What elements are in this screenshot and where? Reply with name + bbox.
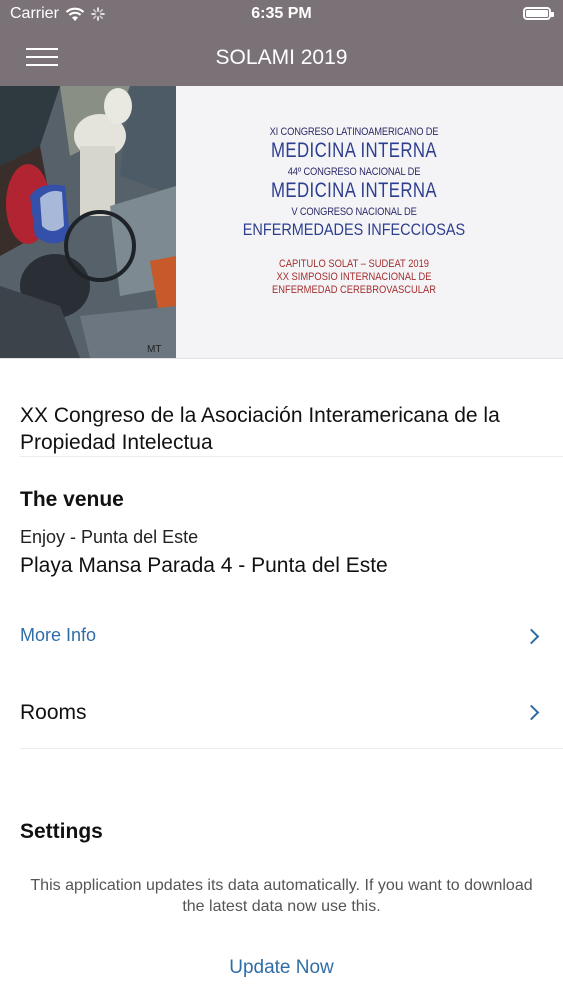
page-title: SOLAMI 2019: [215, 46, 348, 69]
banner-line-4: MEDICINA INTERNA: [270, 179, 438, 202]
banner-painting-image: MT: [0, 86, 176, 358]
banner-line-8: XX SIMPOSIO INTERNACIONAL DE: [276, 271, 432, 283]
settings-description: This application updates its data automa…: [30, 877, 533, 915]
banner-line-1: XI CONGRESO LATINOAMERICANO DE: [269, 126, 439, 138]
banner-line-2: MEDICINA INTERNA: [270, 139, 438, 162]
chevron-right-icon: [523, 704, 540, 721]
banner-line-5: V CONGRESO NACIONAL DE: [291, 206, 417, 218]
divider: [20, 748, 563, 749]
more-info-row[interactable]: More Info: [0, 610, 563, 666]
battery-icon: [523, 7, 554, 20]
update-now-button[interactable]: Update Now: [0, 957, 563, 979]
venue-address: Playa Mansa Parada 4 - Punta del Este: [20, 554, 388, 577]
event-title: XX Congreso de la Asociación Interameric…: [20, 404, 500, 454]
banner-line-9: ENFERMEDAD CEREBROVASCULAR: [271, 284, 436, 296]
painting-signature: MT: [147, 344, 161, 355]
venue-heading: The venue: [20, 488, 124, 511]
event-banner: MT XI CONGRESO LATINOAMERICANO DE MEDICI…: [0, 86, 563, 359]
status-time: 6:35 PM: [251, 5, 312, 22]
settings-heading: Settings: [20, 820, 103, 843]
rooms-label: Rooms: [20, 701, 87, 724]
banner-line-6: ENFERMEDADES INFECCIOSAS: [242, 220, 466, 239]
rooms-row[interactable]: Rooms: [0, 686, 563, 746]
banner-line-7: CAPITULO SOLAT – SUDEAT 2019: [278, 258, 429, 270]
banner-text: XI CONGRESO LATINOAMERICANO DE MEDICINA …: [176, 126, 532, 297]
banner-line-3: 44º CONGRESO NACIONAL DE: [287, 166, 421, 178]
status-bar: Carrier 6:35 PM: [0, 0, 563, 30]
more-info-link[interactable]: More Info: [20, 625, 96, 646]
divider: [20, 456, 563, 457]
chevron-right-icon: [523, 628, 540, 645]
navigation-bar: SOLAMI 2019: [0, 30, 563, 86]
venue-name: Enjoy - Punta del Este: [20, 527, 199, 547]
battery-level: [526, 10, 548, 17]
